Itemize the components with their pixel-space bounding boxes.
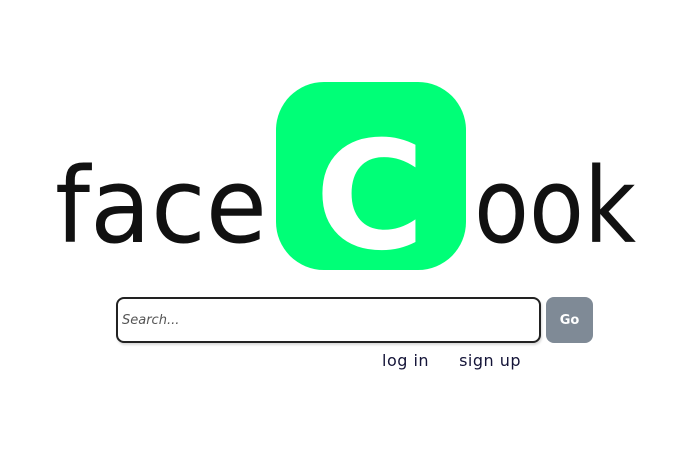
logo-svg: face C ook — [55, 82, 636, 284]
auth-links: log in sign up — [382, 351, 521, 370]
search-input[interactable] — [118, 299, 539, 341]
logo-text-left: face — [55, 145, 267, 267]
search-box — [116, 297, 541, 343]
signup-link[interactable]: sign up — [459, 351, 521, 370]
logo-text-right: ook — [474, 145, 636, 267]
facebook-logo: face C ook — [0, 0, 695, 290]
page: face C ook Go log in sign up — [0, 0, 695, 470]
go-button[interactable]: Go — [546, 297, 593, 343]
logo-badge-letter: C — [315, 110, 425, 284]
login-link[interactable]: log in — [382, 351, 429, 370]
